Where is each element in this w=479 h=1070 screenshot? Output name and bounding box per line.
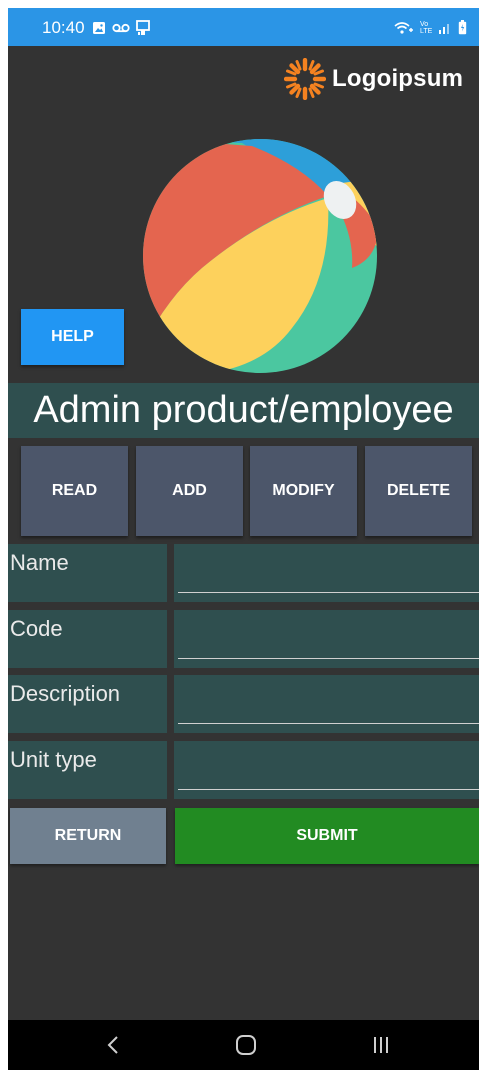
navigation-bar <box>8 1020 479 1070</box>
image-icon <box>93 22 105 34</box>
help-button[interactable]: HELP <box>21 309 124 365</box>
status-time: 10:40 <box>42 18 85 37</box>
volte-icon: Vo LTE <box>420 20 433 35</box>
status-icons-left <box>92 20 150 36</box>
beach-ball-image <box>143 139 377 373</box>
battery-icon <box>458 20 467 35</box>
code-field-underline <box>178 658 479 659</box>
unit-type-label: Unit type <box>8 741 167 799</box>
logo-text: Logoipsum <box>332 65 464 92</box>
screen-cast-icon <box>136 20 150 35</box>
description-field[interactable] <box>174 675 479 733</box>
back-icon <box>107 1036 118 1054</box>
code-label-text: Code <box>10 616 63 641</box>
add-button[interactable]: ADD <box>136 446 243 536</box>
name-label: Name <box>8 544 167 602</box>
sun-logo-icon <box>284 58 326 100</box>
return-button[interactable]: RETURN <box>10 808 166 864</box>
status-icons-right: Vo LTE <box>394 20 467 35</box>
modify-button[interactable]: MODIFY <box>250 446 357 536</box>
wifi-calling-icon <box>394 21 413 34</box>
submit-button[interactable]: SUBMIT <box>175 808 479 864</box>
home-icon <box>236 1035 256 1055</box>
description-label: Description <box>8 675 167 733</box>
name-field[interactable] <box>174 544 479 602</box>
name-field-underline <box>178 592 479 593</box>
voicemail-icon <box>112 23 130 33</box>
page-title: Admin product/employee <box>8 383 479 438</box>
unit-type-field-underline <box>178 789 479 790</box>
name-label-text: Name <box>10 550 69 575</box>
status-bar: 10:40 Vo LTE <box>8 8 479 46</box>
recents-icon <box>374 1037 388 1053</box>
code-field[interactable] <box>174 610 479 668</box>
description-field-underline <box>178 723 479 724</box>
home-button[interactable] <box>226 1030 266 1060</box>
unit-type-label-text: Unit type <box>10 747 97 772</box>
description-label-text: Description <box>10 681 121 706</box>
logo: Logoipsum <box>284 56 463 102</box>
delete-button[interactable]: DELETE <box>365 446 472 536</box>
back-button[interactable] <box>93 1030 133 1060</box>
read-button[interactable]: READ <box>21 446 128 536</box>
app-screen: 10:40 Vo LTE Logoipsum HELP Admin produc… <box>8 8 479 1070</box>
unit-type-field[interactable] <box>174 741 479 799</box>
signal-icon <box>439 23 449 34</box>
code-label: Code <box>8 610 167 668</box>
recents-button[interactable] <box>361 1030 401 1060</box>
